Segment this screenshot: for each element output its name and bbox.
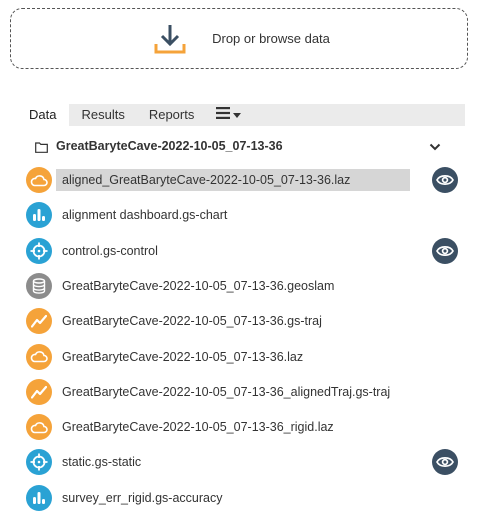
tab-results[interactable]: Results [69, 104, 136, 126]
file-row[interactable]: GreatBaryteCave-2022-10-05_07-13-36.laz [16, 343, 465, 371]
folder-name: GreatBaryteCave-2022-10-05_07-13-36 [56, 139, 283, 153]
tab-bar: Data Results Reports [16, 104, 251, 126]
folder-header[interactable]: GreatBaryteCave-2022-10-05_07-13-36 [16, 126, 465, 166]
eye-icon[interactable] [432, 449, 458, 476]
cloud-icon [26, 414, 52, 441]
file-name[interactable]: survey_err_rigid.gs-accuracy [56, 487, 228, 509]
cloud-icon [26, 343, 52, 370]
database-icon [26, 272, 52, 299]
crosshair-icon [26, 237, 52, 264]
crosshair-icon [26, 449, 52, 476]
chevron-down-icon[interactable] [429, 139, 441, 157]
download-icon [148, 19, 192, 59]
cloud-icon [26, 167, 52, 193]
data-panel: Data Results Reports GreatBaryteCave-202… [16, 104, 465, 519]
file-name[interactable]: GreatBaryteCave-2022-10-05_07-13-36.laz [56, 346, 309, 368]
file-row[interactable]: control.gs-control [16, 237, 465, 265]
caret-down-icon [233, 104, 242, 126]
file-name[interactable]: control.gs-control [56, 240, 164, 262]
dropzone-label: Drop or browse data [212, 31, 330, 46]
file-name[interactable]: GreatBaryteCave-2022-10-05_07-13-36_rigi… [56, 416, 340, 438]
file-row[interactable]: GreatBaryteCave-2022-10-05_07-13-36_alig… [16, 378, 465, 406]
file-row[interactable]: aligned_GreatBaryteCave-2022-10-05_07-13… [16, 166, 465, 194]
tab-reports[interactable]: Reports [137, 104, 207, 126]
chart-icon [26, 484, 52, 511]
hamburger-icon [216, 104, 231, 126]
tab-data[interactable]: Data [16, 104, 70, 126]
dropzone[interactable]: Drop or browse data [10, 8, 468, 69]
file-name[interactable]: aligned_GreatBaryteCave-2022-10-05_07-13… [56, 169, 410, 191]
eye-icon[interactable] [432, 167, 458, 193]
trajectory-icon [26, 308, 52, 335]
trajectory-icon [26, 378, 52, 405]
eye-icon[interactable] [432, 237, 458, 264]
folder-icon [35, 140, 48, 158]
file-row[interactable]: survey_err_rigid.gs-accuracy [16, 484, 465, 512]
file-name[interactable]: GreatBaryteCave-2022-10-05_07-13-36.geos… [56, 275, 340, 297]
file-row[interactable]: GreatBaryteCave-2022-10-05_07-13-36.gs-t… [16, 307, 465, 335]
file-name[interactable]: static.gs-static [56, 451, 147, 473]
chart-icon [26, 202, 52, 229]
data-list: GreatBaryteCave-2022-10-05_07-13-36 alig… [16, 126, 465, 519]
file-name[interactable]: GreatBaryteCave-2022-10-05_07-13-36_alig… [56, 381, 396, 403]
file-name[interactable]: GreatBaryteCave-2022-10-05_07-13-36.gs-t… [56, 310, 328, 332]
file-row[interactable]: GreatBaryteCave-2022-10-05_07-13-36_rigi… [16, 413, 465, 441]
file-row[interactable]: alignment dashboard.gs-chart [16, 201, 465, 229]
tab-menu-button[interactable] [206, 104, 251, 126]
file-name[interactable]: alignment dashboard.gs-chart [56, 204, 233, 226]
file-row[interactable]: GreatBaryteCave-2022-10-05_07-13-36.geos… [16, 272, 465, 300]
file-row[interactable]: static.gs-static [16, 448, 465, 476]
